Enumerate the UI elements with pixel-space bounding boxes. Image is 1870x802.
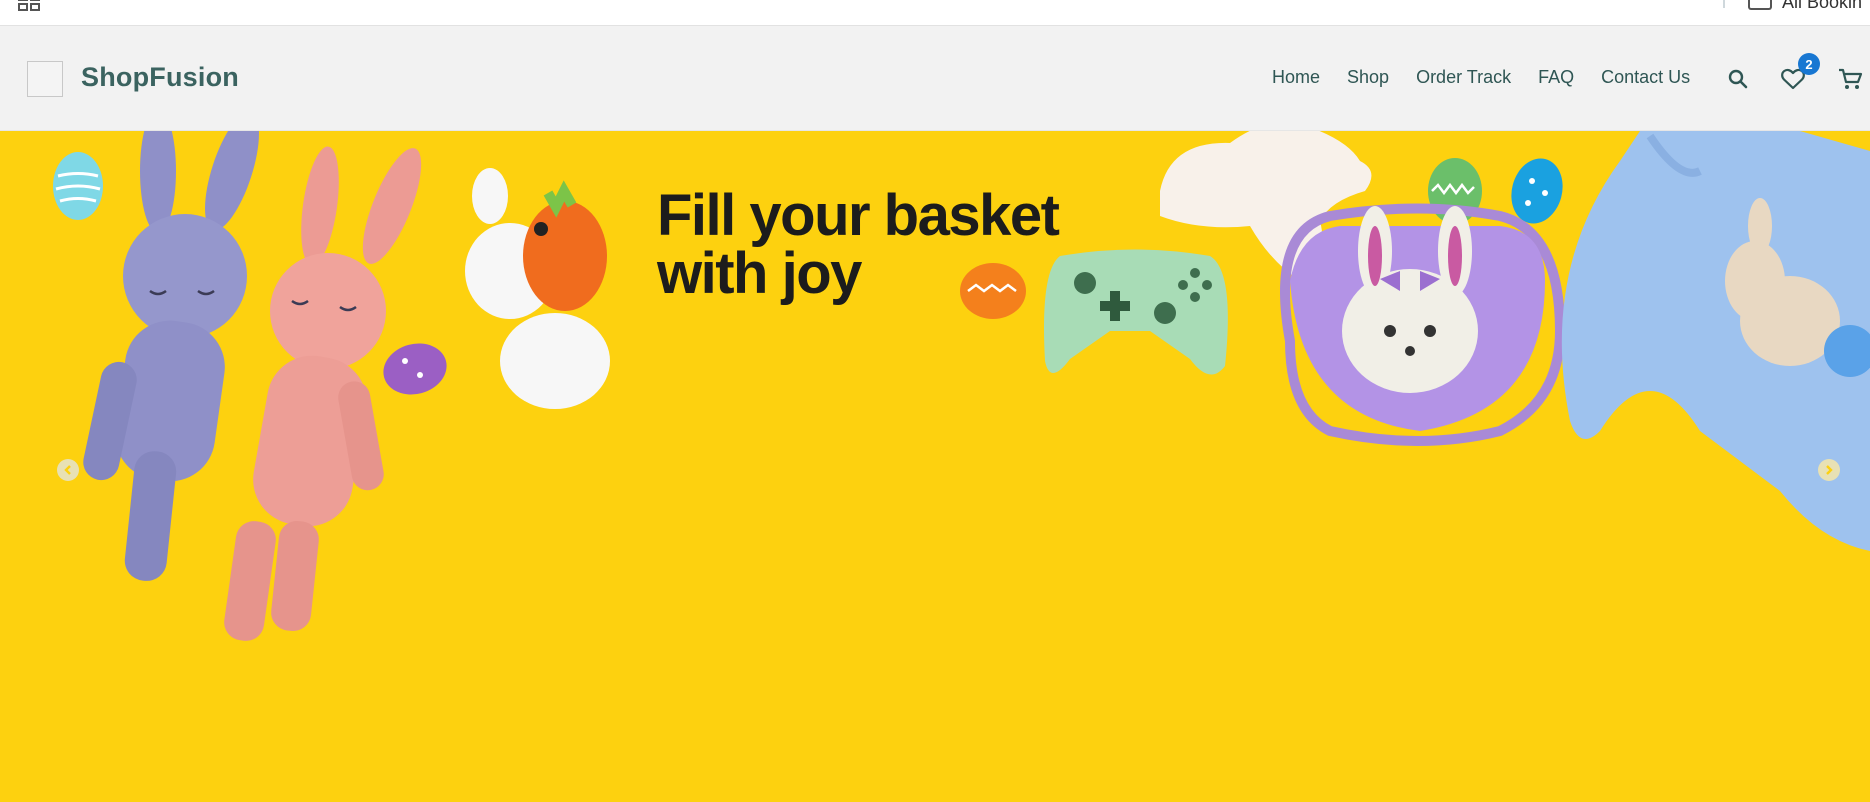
hero-headline-line1: Fill your basket bbox=[657, 183, 1060, 248]
bunny-purse bbox=[1280, 203, 1566, 446]
brand-name[interactable]: ShopFusion bbox=[81, 62, 239, 93]
easter-egg-purple bbox=[383, 343, 447, 395]
nav-shop[interactable]: Shop bbox=[1347, 67, 1389, 88]
nav-order-track[interactable]: Order Track bbox=[1416, 67, 1511, 88]
grid-icon[interactable] bbox=[18, 0, 42, 12]
top-bar: All Bookin bbox=[0, 0, 1870, 26]
nav-home[interactable]: Home bbox=[1272, 67, 1320, 88]
hero-banner: Fill your basket with joy bbox=[0, 131, 1870, 802]
top-divider bbox=[1723, 0, 1725, 8]
main-header: ShopFusion Home Shop Order Track FAQ Con… bbox=[0, 26, 1870, 131]
hero-headline: Fill your basket with joy bbox=[657, 187, 1117, 303]
nav-contact-us[interactable]: Contact Us bbox=[1601, 67, 1690, 88]
logo[interactable] bbox=[27, 61, 63, 97]
search-icon[interactable] bbox=[1721, 62, 1755, 96]
bunny-sweatshirt bbox=[1561, 131, 1870, 551]
account-link[interactable]: All Bookin bbox=[1748, 0, 1862, 13]
chevron-right-icon[interactable] bbox=[1818, 459, 1840, 481]
account-label: All Bookin bbox=[1782, 0, 1863, 12]
wishlist-count-badge: 2 bbox=[1798, 53, 1820, 75]
main-nav: Home Shop Order Track FAQ Contact Us bbox=[1272, 67, 1717, 88]
chevron-left-icon[interactable] bbox=[57, 459, 79, 481]
pop-it-bunny-toy bbox=[465, 168, 610, 409]
lavender-bunny-toy bbox=[83, 131, 259, 581]
hero-headline-line2: with joy bbox=[657, 241, 862, 306]
cart-icon[interactable] bbox=[1833, 62, 1867, 96]
nav-faq[interactable]: FAQ bbox=[1538, 67, 1574, 88]
booking-icon bbox=[1748, 0, 1772, 10]
